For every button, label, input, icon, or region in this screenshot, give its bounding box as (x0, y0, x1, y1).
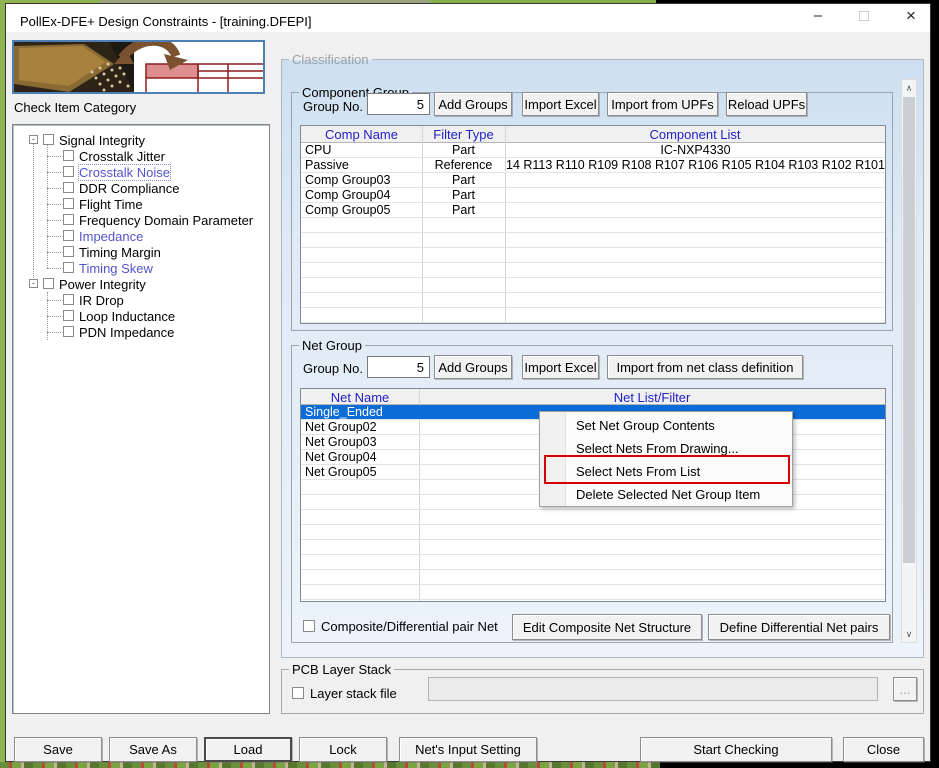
table-row[interactable] (301, 218, 885, 233)
layer-stack-file-input[interactable] (428, 677, 878, 701)
comp-import-from-upfs-button[interactable]: Import from UPFs (607, 92, 718, 116)
tree-connector (33, 141, 34, 269)
table-row[interactable] (301, 293, 885, 308)
table-row[interactable] (301, 510, 885, 525)
net-group-no-input[interactable] (367, 356, 430, 378)
pcb-layer-stack-caption: PCB Layer Stack (292, 662, 391, 677)
scrollbar-thumb[interactable] (903, 97, 915, 563)
checkbox[interactable] (43, 134, 54, 145)
comp-reload-upfs-button[interactable]: Reload UPFs (726, 92, 807, 116)
net-import-from-net-class-button[interactable]: Import from net class definition (607, 355, 803, 379)
table-row[interactable] (301, 263, 885, 278)
start-checking-button[interactable]: Start Checking (640, 737, 832, 762)
pcb-banner-image (12, 40, 265, 94)
background-app-bottom-edge (0, 762, 660, 768)
table-row[interactable] (301, 308, 885, 323)
column-header[interactable]: Component List (505, 127, 885, 142)
checkbox[interactable] (63, 214, 74, 225)
table-row[interactable] (301, 525, 885, 540)
comp-group-no-label: Group No. (303, 99, 363, 114)
column-header[interactable]: Filter Type (422, 127, 505, 142)
layer-stack-file-checkbox[interactable] (292, 687, 304, 699)
tree-expand-icon[interactable]: - (29, 135, 38, 144)
column-header[interactable]: Comp Name (301, 127, 422, 142)
minimize-icon[interactable]: – (801, 4, 835, 28)
net-add-groups-button[interactable]: Add Groups (434, 355, 512, 379)
checkbox[interactable] (63, 166, 74, 177)
net-group-caption: Net Group (302, 338, 362, 353)
table-row[interactable]: Passive Reference 14 R113 R110 R109 R108… (301, 158, 885, 173)
window-title: PollEx-DFE+ Design Constraints - [traini… (20, 14, 312, 29)
title-bar: PollEx-DFE+ Design Constraints - [traini… (6, 4, 930, 32)
net-table-header: Net Name Net List/Filter (301, 389, 885, 405)
checkbox[interactable] (63, 198, 74, 209)
table-row[interactable] (301, 248, 885, 263)
check-item-category-label: Check Item Category (14, 100, 137, 115)
checkbox[interactable] (63, 310, 74, 321)
table-row[interactable] (301, 570, 885, 585)
checkbox[interactable] (43, 278, 54, 289)
comp-group-no-input[interactable] (367, 93, 430, 115)
comp-add-groups-button[interactable]: Add Groups (434, 92, 512, 116)
lock-button[interactable]: Lock (299, 737, 387, 762)
red-highlight-annotation (544, 455, 790, 484)
checkbox[interactable] (63, 182, 74, 193)
column-header[interactable]: Net Name (301, 390, 419, 405)
menu-item-delete-selected-net-group-item[interactable]: Delete Selected Net Group Item (540, 483, 794, 506)
screen: PollEx-DFE+ Design Constraints - [traini… (0, 0, 939, 768)
component-table: Comp Name Filter Type Component List CPU… (300, 125, 886, 324)
close-icon[interactable]: × (894, 4, 928, 28)
classification-caption: Classification (292, 52, 369, 67)
nets-input-setting-button[interactable]: Net's Input Setting (399, 737, 537, 762)
maximize-icon (847, 4, 881, 28)
checkbox[interactable] (63, 326, 74, 337)
tree-expand-icon[interactable]: - (29, 279, 38, 288)
column-header[interactable]: Net List/Filter (419, 390, 885, 405)
net-import-excel-button[interactable]: Import Excel (522, 355, 599, 379)
scroll-up-icon[interactable]: ∧ (902, 80, 916, 96)
table-row[interactable]: Comp Group05 Part (301, 203, 885, 218)
table-row[interactable]: Comp Group03 Part (301, 173, 885, 188)
net-group-no-label: Group No. (303, 361, 363, 376)
browse-button[interactable]: ... (893, 677, 917, 701)
composite-differential-checkbox[interactable] (303, 620, 315, 632)
layer-stack-file-label: Layer stack file (310, 686, 397, 701)
check-item-tree: - Signal Integrity Crosstalk Jitter Cros… (12, 124, 270, 714)
chip-to-table-illustration (14, 42, 263, 92)
load-button[interactable]: Load (204, 737, 292, 762)
table-row[interactable] (301, 540, 885, 555)
table-row[interactable]: Comp Group04 Part (301, 188, 885, 203)
close-button[interactable]: Close (843, 737, 924, 762)
save-button[interactable]: Save (14, 737, 102, 762)
checkbox[interactable] (63, 262, 74, 273)
checkbox[interactable] (63, 230, 74, 241)
checkbox[interactable] (63, 150, 74, 161)
table-row[interactable] (301, 585, 885, 600)
comp-import-excel-button[interactable]: Import Excel (522, 92, 599, 116)
menu-item-set-net-group-contents[interactable]: Set Net Group Contents (540, 414, 794, 437)
table-row[interactable] (301, 233, 885, 248)
save-as-button[interactable]: Save As (109, 737, 197, 762)
table-row[interactable]: CPU Part IC-NXP4330 (301, 143, 885, 158)
table-row[interactable] (301, 555, 885, 570)
maximize-box-glyph (859, 11, 869, 21)
component-table-header: Comp Name Filter Type Component List (301, 126, 885, 143)
checkbox[interactable] (63, 246, 74, 257)
scroll-down-icon[interactable]: ∨ (902, 626, 916, 642)
define-differential-net-pairs-button[interactable]: Define Differential Net pairs (708, 614, 890, 640)
checkbox[interactable] (63, 294, 74, 305)
table-row[interactable] (301, 278, 885, 293)
composite-differential-label: Composite/Differential pair Net (321, 619, 498, 634)
edit-composite-net-structure-button[interactable]: Edit Composite Net Structure (512, 614, 702, 640)
classification-scrollbar[interactable]: ∧ ∨ (901, 79, 917, 643)
